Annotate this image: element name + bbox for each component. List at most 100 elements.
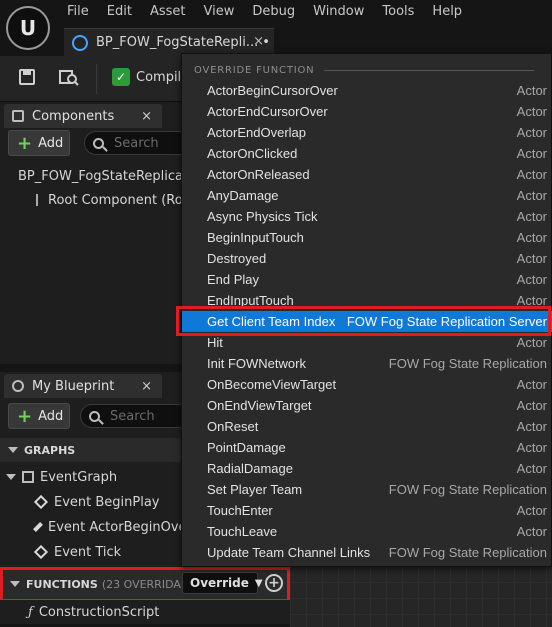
override-menu-item[interactable]: TouchEnter Actor <box>182 500 552 521</box>
graph-canvas[interactable] <box>290 566 552 627</box>
toolbar-separator <box>96 64 97 94</box>
override-item-category: Actor <box>516 188 547 203</box>
compile-button[interactable]: ✓ Compile <box>112 68 189 86</box>
components-panel: Components × + Add Search BP_FOW_FogStat… <box>0 102 194 364</box>
override-menu-item[interactable]: ActorEndCursorOver Actor <box>182 101 552 122</box>
override-menu-item[interactable]: ActorBeginCursorOver Actor <box>182 80 552 101</box>
override-menu-item[interactable]: PointDamage Actor <box>182 437 552 458</box>
blueprint-icon <box>72 34 88 51</box>
document-tab[interactable]: BP_FOW_FogStateRepli... • × <box>64 28 274 56</box>
my-blueprint-search-input[interactable]: Search <box>80 404 190 428</box>
override-item-category: Actor <box>516 209 547 224</box>
close-components-icon[interactable]: × <box>141 109 152 124</box>
tree-item-event[interactable]: Event BeginPlay <box>0 490 182 514</box>
add-function-icon[interactable]: + <box>265 574 283 592</box>
override-menu-item[interactable]: Async Physics Tick Actor <box>182 206 552 227</box>
override-item-name: Destroyed <box>207 251 267 266</box>
override-menu-item[interactable]: ActorOnReleased Actor <box>182 164 552 185</box>
menu-help[interactable]: Help <box>423 0 471 24</box>
override-item-name: Update Team Channel Links <box>207 545 371 560</box>
event-icon <box>33 544 49 560</box>
document-tab-title: BP_FOW_FogStateRepli... <box>96 35 259 50</box>
tab-my-blueprint[interactable]: My Blueprint × <box>4 374 162 398</box>
override-item-name: BeginInputTouch <box>207 230 304 245</box>
tree-item-event[interactable]: Event Tick <box>0 540 182 564</box>
override-menu-item[interactable]: Hit Actor <box>182 332 552 353</box>
browse-icon[interactable] <box>58 68 80 90</box>
override-menu-item[interactable]: Init FOWNetwork FOW Fog State Replication <box>182 353 552 374</box>
override-item-category: Actor <box>516 293 547 308</box>
override-item-name: ActorEndCursorOver <box>207 104 328 119</box>
event-label: Event ActorBeginOverl <box>48 519 182 535</box>
close-tab-icon[interactable]: × <box>253 34 264 49</box>
add-component-button[interactable]: + Add <box>8 130 70 156</box>
functions-section-header[interactable]: FUNCTIONS (23 OVERRIDABLE) Override ▼ + <box>0 568 290 600</box>
override-menu-item[interactable]: TouchLeave Actor <box>182 521 552 542</box>
menu-window[interactable]: Window <box>304 0 373 24</box>
override-menu-item[interactable]: End Play Actor <box>182 269 552 290</box>
tree-item-blueprint[interactable]: BP_FOW_FogStateReplica <box>0 164 182 188</box>
override-item-category: Actor <box>516 251 547 266</box>
override-menu-item[interactable]: AnyDamage Actor <box>182 185 552 206</box>
components-search-input[interactable]: Search <box>84 131 194 155</box>
override-item-name: End Play <box>207 272 260 287</box>
graph-icon <box>22 471 34 483</box>
menu-file[interactable]: File <box>58 0 98 24</box>
override-item-name: TouchLeave <box>207 524 278 539</box>
override-item-name: AnyDamage <box>207 188 279 203</box>
override-menu-item[interactable]: Set Player Team FOW Fog State Replication <box>182 479 552 500</box>
menu-view[interactable]: View <box>195 0 244 24</box>
add-member-button[interactable]: + Add <box>8 403 70 429</box>
tree-item-event-graph[interactable]: EventGraph <box>0 465 182 489</box>
event-label: Event BeginPlay <box>54 494 160 510</box>
override-dropdown[interactable]: Override ▼ <box>182 572 263 594</box>
override-menu-item[interactable]: Destroyed Actor <box>182 248 552 269</box>
override-menu-item[interactable]: OnBecomeViewTarget Actor <box>182 374 552 395</box>
override-menu-item[interactable]: EndInputTouch Actor <box>182 290 552 311</box>
override-item-category: FOW Fog State Replication <box>388 545 547 560</box>
my-blueprint-panel: My Blueprint × + Add Search GRAPHS Event… <box>0 372 190 568</box>
override-item-category: Actor <box>516 524 547 539</box>
override-menu-item[interactable]: OnEndViewTarget Actor <box>182 395 552 416</box>
save-icon[interactable] <box>16 68 38 90</box>
menu-debug[interactable]: Debug <box>243 0 304 24</box>
my-blueprint-search-placeholder: Search <box>110 408 155 424</box>
override-menu-item[interactable]: ActorEndOverlap Actor <box>182 122 552 143</box>
event-icon <box>33 494 49 510</box>
tree-item-label: Root Component (Roo <box>48 192 182 208</box>
unreal-logo-icon[interactable]: U <box>6 6 50 50</box>
override-item-category: FOW Fog State Replication Server <box>346 314 547 329</box>
override-item-category: Actor <box>516 83 547 98</box>
override-menu-item[interactable]: BeginInputTouch Actor <box>182 227 552 248</box>
override-item-category: Actor <box>516 461 547 476</box>
override-item-category: FOW Fog State Replication <box>388 356 547 371</box>
override-item-name: PointDamage <box>207 440 286 455</box>
components-tab-label: Components <box>32 108 115 124</box>
override-menu-item[interactable]: OnReset Actor <box>182 416 552 437</box>
override-menu-item[interactable]: Get Client Team Index FOW Fog State Repli… <box>182 311 552 332</box>
collapse-caret-icon <box>8 447 18 453</box>
my-blueprint-icon <box>12 380 24 392</box>
tree-item-construction-script[interactable]: ƒ ConstructionScript <box>0 600 290 624</box>
plus-icon: + <box>17 405 33 427</box>
menu-asset[interactable]: Asset <box>141 0 195 24</box>
override-item-name: OnReset <box>207 419 259 434</box>
tree-item-root-component[interactable]: Root Component (Roo <box>0 188 182 212</box>
override-item-category: Actor <box>516 167 547 182</box>
tree-item-event[interactable]: Event ActorBeginOverl <box>0 515 182 539</box>
override-item-category: Actor <box>516 335 547 350</box>
tab-components[interactable]: Components × <box>4 104 162 128</box>
menu-edit[interactable]: Edit <box>98 0 141 24</box>
override-item-name: RadialDamage <box>207 461 293 476</box>
function-icon: ƒ <box>28 604 33 620</box>
graphs-section-header[interactable]: GRAPHS <box>0 438 182 462</box>
override-menu-item[interactable]: RadialDamage Actor <box>182 458 552 479</box>
override-item-category: Actor <box>516 272 547 287</box>
close-my-blueprint-icon[interactable]: × <box>141 379 152 394</box>
override-item-name: ActorOnReleased <box>207 167 310 182</box>
collapse-caret-icon <box>10 581 20 587</box>
override-item-name: TouchEnter <box>207 503 273 518</box>
menu-tools[interactable]: Tools <box>373 0 423 24</box>
override-menu-item[interactable]: Update Team Channel Links FOW Fog State R… <box>182 542 552 563</box>
override-menu-item[interactable]: ActorOnClicked Actor <box>182 143 552 164</box>
